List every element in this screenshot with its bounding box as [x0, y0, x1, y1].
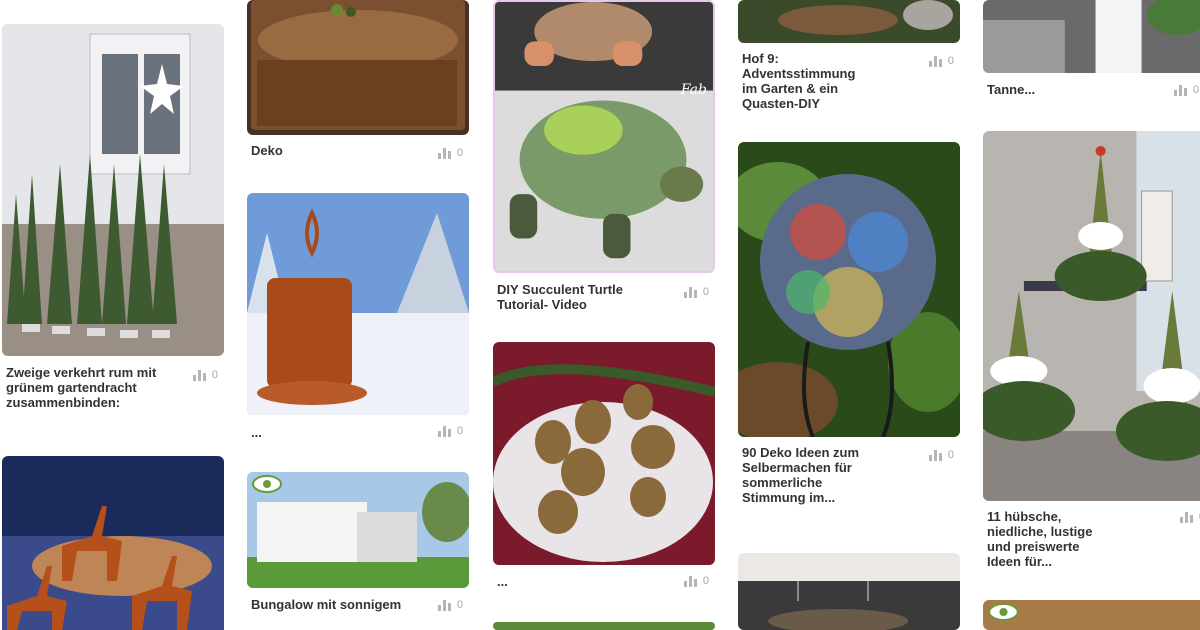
pin-image[interactable] [738, 142, 960, 437]
pin-count: 0 [947, 55, 954, 67]
pin-stat: 0 [437, 599, 463, 611]
bar-chart-icon [683, 286, 697, 298]
pin-stat: 0 [437, 425, 463, 437]
pin-stat: 0 [1179, 511, 1200, 523]
pin-count: 0 [456, 599, 463, 611]
bar-chart-icon [928, 449, 942, 461]
bar-chart-icon [928, 55, 942, 67]
pin-caption[interactable]: ... [497, 574, 667, 589]
pin-caption[interactable]: ... [251, 425, 421, 440]
pin-image[interactable] [493, 342, 715, 565]
bar-chart-icon [437, 425, 451, 437]
pin-caption[interactable]: Deko [251, 143, 421, 158]
pin-image[interactable] [983, 131, 1200, 501]
pin-stat: 0 [928, 449, 954, 461]
pin-stat: 0 [437, 147, 463, 159]
pin-count: 0 [702, 575, 709, 587]
pin-image[interactable] [738, 553, 960, 630]
bar-chart-icon [1179, 511, 1193, 523]
pin-image[interactable] [247, 193, 469, 415]
bar-chart-icon [1173, 84, 1187, 96]
pin-caption[interactable]: Zweige verkehrt rum mit grünem gartendra… [6, 365, 176, 410]
pin-image[interactable] [738, 0, 960, 43]
pin-image[interactable] [983, 0, 1200, 73]
pin-caption[interactable]: Tanne... [987, 82, 1157, 97]
pin-image[interactable] [2, 456, 224, 630]
pin-image[interactable] [247, 0, 469, 135]
pin-stat: 0 [683, 575, 709, 587]
pin-count: 0 [456, 425, 463, 437]
pin-count: 0 [702, 286, 709, 298]
pin-stat: 0 [192, 369, 218, 381]
bar-chart-icon [192, 369, 206, 381]
pin-caption[interactable]: Bungalow mit sonnigem [251, 597, 421, 612]
pin-caption[interactable]: DIY Succulent Turtle Tutorial- Video [497, 282, 677, 312]
pin-image[interactable] [2, 24, 224, 356]
pin-stat: 0 [1173, 84, 1199, 96]
pin-image[interactable] [983, 600, 1200, 630]
pin-caption[interactable]: 90 Deko Ideen zum Selbermachen für somme… [742, 445, 882, 505]
pin-count: 0 [1192, 84, 1199, 96]
pin-stat: 0 [928, 55, 954, 67]
pin-count: 0 [211, 369, 218, 381]
pin-image[interactable] [247, 472, 469, 588]
pin-stat: 0 [683, 286, 709, 298]
bar-chart-icon [437, 147, 451, 159]
pin-caption[interactable]: 11 hübsche, niedliche, lustige und preis… [987, 509, 1102, 569]
pin-image[interactable] [493, 622, 715, 630]
pin-caption[interactable]: Hof 9: Adventsstimmung im Garten & ein Q… [742, 51, 872, 111]
bar-chart-icon [683, 575, 697, 587]
bar-chart-icon [437, 599, 451, 611]
pin-image[interactable]: Fab [493, 0, 715, 273]
pin-count: 0 [456, 147, 463, 159]
watermark-text: Fab [680, 82, 707, 98]
pin-count: 0 [947, 449, 954, 461]
